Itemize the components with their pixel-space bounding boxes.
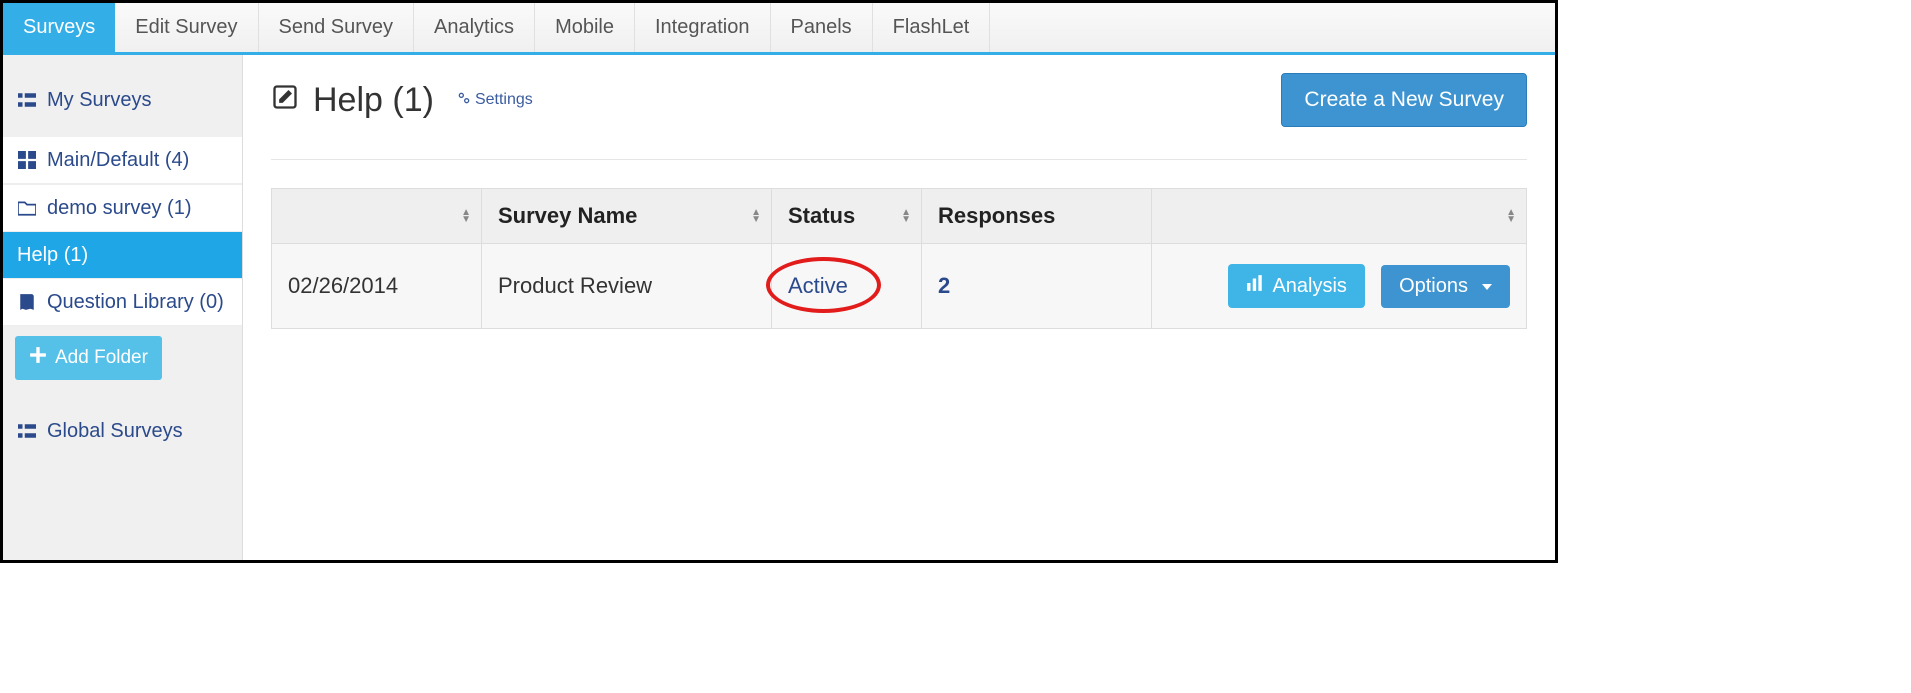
cell-status[interactable]: Active: [772, 244, 922, 329]
nav-flashlet[interactable]: FlashLet: [873, 3, 991, 52]
surveys-table: ▲▼ Survey Name ▲▼ Status ▲▼ Responses: [271, 188, 1527, 329]
list-icon: [17, 422, 37, 440]
cell-date: 02/26/2014: [272, 244, 482, 329]
nav-surveys[interactable]: Surveys: [3, 3, 115, 52]
cell-responses: 2: [922, 244, 1152, 329]
settings-link[interactable]: Settings: [456, 90, 533, 111]
nav-mobile[interactable]: Mobile: [535, 3, 635, 52]
sidebar-item-label: demo survey (1): [47, 195, 192, 221]
main-content: Help (1) Settings Create a New Survey: [243, 55, 1555, 560]
sidebar-item-label: Help (1): [17, 242, 88, 268]
app-frame: Surveys Edit Survey Send Survey Analytic…: [0, 0, 1558, 563]
top-nav: Surveys Edit Survey Send Survey Analytic…: [3, 3, 1555, 55]
table-row: 02/26/2014 Product Review Active 2: [272, 244, 1527, 329]
page-title: Help (1): [313, 81, 434, 120]
column-date[interactable]: ▲▼: [272, 189, 482, 244]
plus-icon: [29, 346, 47, 370]
sidebar-item-label: Main/Default (4): [47, 147, 189, 173]
nav-send-survey[interactable]: Send Survey: [259, 3, 415, 52]
sort-icon: ▲▼: [901, 209, 911, 223]
grid-icon: [17, 151, 37, 169]
sort-icon: ▲▼: [461, 209, 471, 223]
sidebar-question-library[interactable]: Question Library (0): [3, 278, 242, 326]
folder-icon: [17, 199, 37, 217]
sidebar-help[interactable]: Help (1): [3, 232, 242, 278]
list-icon: [17, 91, 37, 109]
column-responses[interactable]: Responses: [922, 189, 1152, 244]
sidebar-item-label: Global Surveys: [47, 418, 183, 444]
nav-panels[interactable]: Panels: [771, 3, 873, 52]
column-actions[interactable]: ▲▼: [1152, 189, 1527, 244]
options-label: Options: [1399, 275, 1468, 298]
sidebar-item-label: My Surveys: [47, 87, 151, 113]
cell-actions: Analysis Options: [1152, 244, 1527, 329]
cell-survey-name[interactable]: Product Review: [482, 244, 772, 329]
analysis-button[interactable]: Analysis: [1228, 264, 1364, 308]
sidebar-item-label: Question Library (0): [47, 289, 224, 315]
nav-integration[interactable]: Integration: [635, 3, 771, 52]
nav-analytics[interactable]: Analytics: [414, 3, 535, 52]
column-survey-name[interactable]: Survey Name ▲▼: [482, 189, 772, 244]
edit-icon[interactable]: [271, 83, 299, 118]
settings-label: Settings: [475, 91, 533, 109]
page-header: Help (1) Settings Create a New Survey: [271, 73, 1527, 160]
sort-icon: ▲▼: [751, 209, 761, 223]
bar-chart-icon: [1246, 274, 1264, 298]
analysis-label: Analysis: [1272, 275, 1346, 298]
nav-edit-survey[interactable]: Edit Survey: [115, 3, 258, 52]
sidebar-main-default[interactable]: Main/Default (4): [3, 137, 242, 184]
sort-icon: ▲▼: [1506, 209, 1516, 223]
add-folder-button[interactable]: Add Folder: [15, 336, 162, 380]
column-status[interactable]: Status ▲▼: [772, 189, 922, 244]
create-survey-button[interactable]: Create a New Survey: [1281, 73, 1527, 127]
book-icon: [17, 293, 37, 311]
sidebar-demo-survey[interactable]: demo survey (1): [3, 184, 242, 232]
options-button[interactable]: Options: [1381, 265, 1510, 308]
gears-icon: [456, 90, 472, 111]
sidebar: My Surveys Main/Default (4) demo survey …: [3, 55, 243, 560]
sidebar-global-surveys[interactable]: Global Surveys: [3, 408, 242, 454]
sidebar-my-surveys[interactable]: My Surveys: [3, 77, 242, 123]
status-link[interactable]: Active: [788, 273, 848, 298]
add-folder-label: Add Folder: [55, 347, 148, 369]
